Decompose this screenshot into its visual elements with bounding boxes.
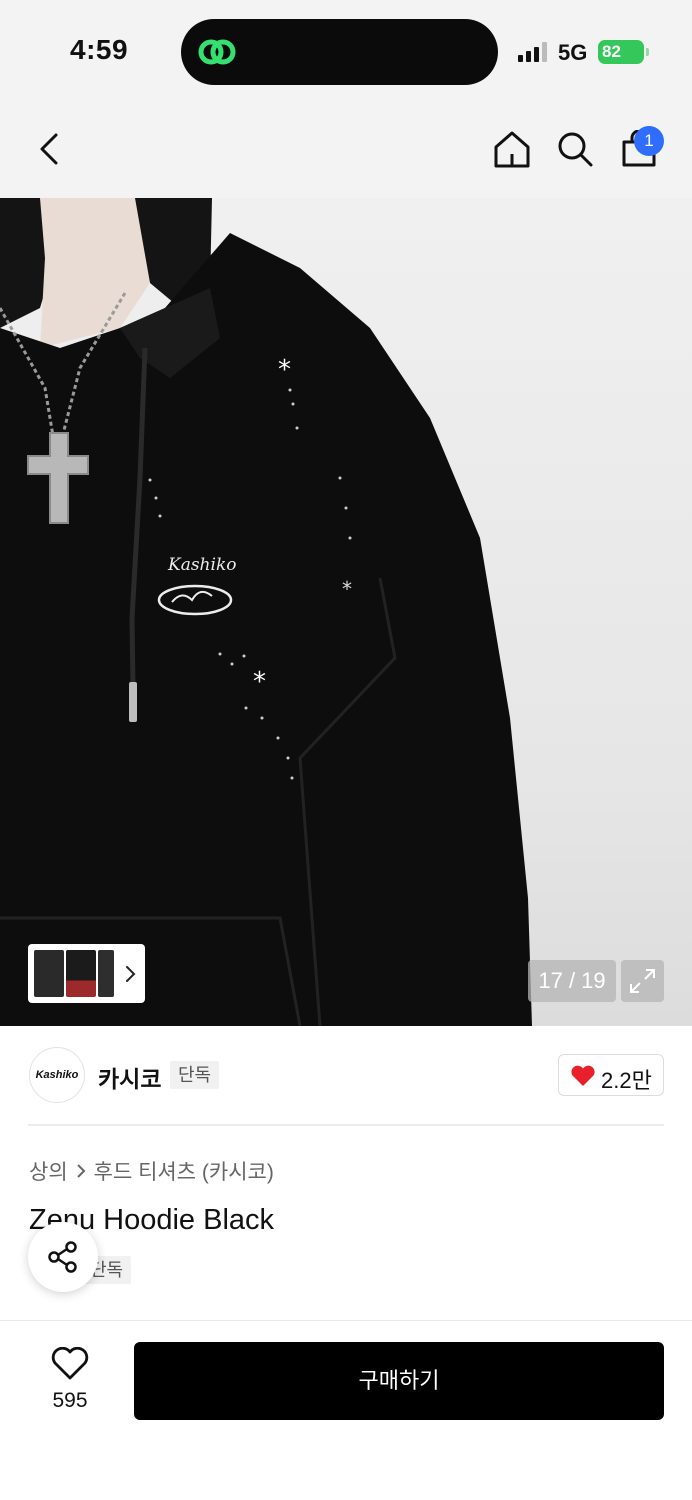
breadcrumb-category[interactable]: 상의 bbox=[29, 1156, 68, 1186]
svg-text:*: * bbox=[253, 667, 266, 697]
expand-image-button[interactable] bbox=[621, 960, 664, 1002]
hoodie-brand-wordmark: Kashiko bbox=[167, 555, 236, 575]
home-button[interactable] bbox=[491, 128, 533, 170]
network-type: 5G bbox=[558, 40, 588, 65]
thumbnail-image[interactable] bbox=[66, 950, 96, 997]
svg-text:*: * bbox=[342, 577, 352, 601]
battery-level: 82 bbox=[602, 42, 621, 61]
home-icon bbox=[494, 131, 530, 168]
heart-filled-icon bbox=[571, 1065, 595, 1086]
svg-text:*: * bbox=[278, 355, 291, 385]
back-button[interactable] bbox=[28, 128, 70, 170]
brand-name[interactable]: 카시코 bbox=[98, 1060, 161, 1094]
app-link-icon bbox=[198, 39, 236, 65]
product-image-gallery[interactable]: Kashiko * * * 17 / 19 bbox=[0, 198, 692, 1026]
battery-indicator: 82 bbox=[598, 40, 649, 64]
gallery-thumbnail-strip[interactable] bbox=[28, 944, 145, 1003]
search-icon bbox=[558, 132, 593, 167]
chevron-right-icon bbox=[126, 966, 136, 982]
section-divider bbox=[28, 1124, 664, 1126]
status-bar: 4:59 5G 82 bbox=[0, 0, 692, 100]
gallery-counter: 17 / 19 bbox=[528, 960, 616, 1002]
share-button[interactable] bbox=[28, 1222, 98, 1292]
product-page: 4:59 5G 82 1 Kashiko * * * 17 / 19 Kashi… bbox=[0, 0, 692, 1500]
brand-logo[interactable]: Kashiko bbox=[29, 1047, 85, 1103]
signal-icon bbox=[518, 42, 547, 62]
heart-outline-icon bbox=[51, 1347, 89, 1380]
back-chevron-icon bbox=[40, 133, 58, 165]
wishlist-button[interactable]: 595 bbox=[40, 1347, 100, 1417]
breadcrumb-subcategory[interactable]: 후드 티셔츠 (카시코) bbox=[94, 1156, 274, 1186]
product-photo: Kashiko * * * bbox=[0, 198, 532, 1026]
cart-count-badge: 1 bbox=[634, 126, 664, 156]
brand-like-button[interactable]: 2.2만 bbox=[558, 1054, 664, 1096]
brand-like-count: 2.2만 bbox=[601, 1068, 652, 1093]
brand-logo-text: Kashiko bbox=[35, 1069, 79, 1081]
chevron-right-icon bbox=[76, 1164, 86, 1178]
search-button[interactable] bbox=[554, 128, 596, 170]
battery-tip bbox=[646, 48, 649, 56]
bottom-action-bar: 595 구매하기 bbox=[0, 1320, 692, 1500]
status-time: 4:59 bbox=[70, 34, 129, 65]
top-nav-bar bbox=[0, 100, 692, 198]
breadcrumb: 상의 후드 티셔츠 (카시코) bbox=[29, 1156, 274, 1186]
share-icon bbox=[48, 1241, 77, 1273]
buy-button[interactable]: 구매하기 bbox=[134, 1342, 664, 1420]
expand-arrows-icon bbox=[630, 969, 655, 993]
wishlist-count: 595 bbox=[52, 1389, 88, 1412]
thumbnail-image[interactable] bbox=[98, 950, 114, 997]
exclusive-tag: 단독 bbox=[170, 1061, 220, 1089]
dynamic-island bbox=[181, 19, 498, 85]
thumbnail-image[interactable] bbox=[34, 950, 64, 997]
